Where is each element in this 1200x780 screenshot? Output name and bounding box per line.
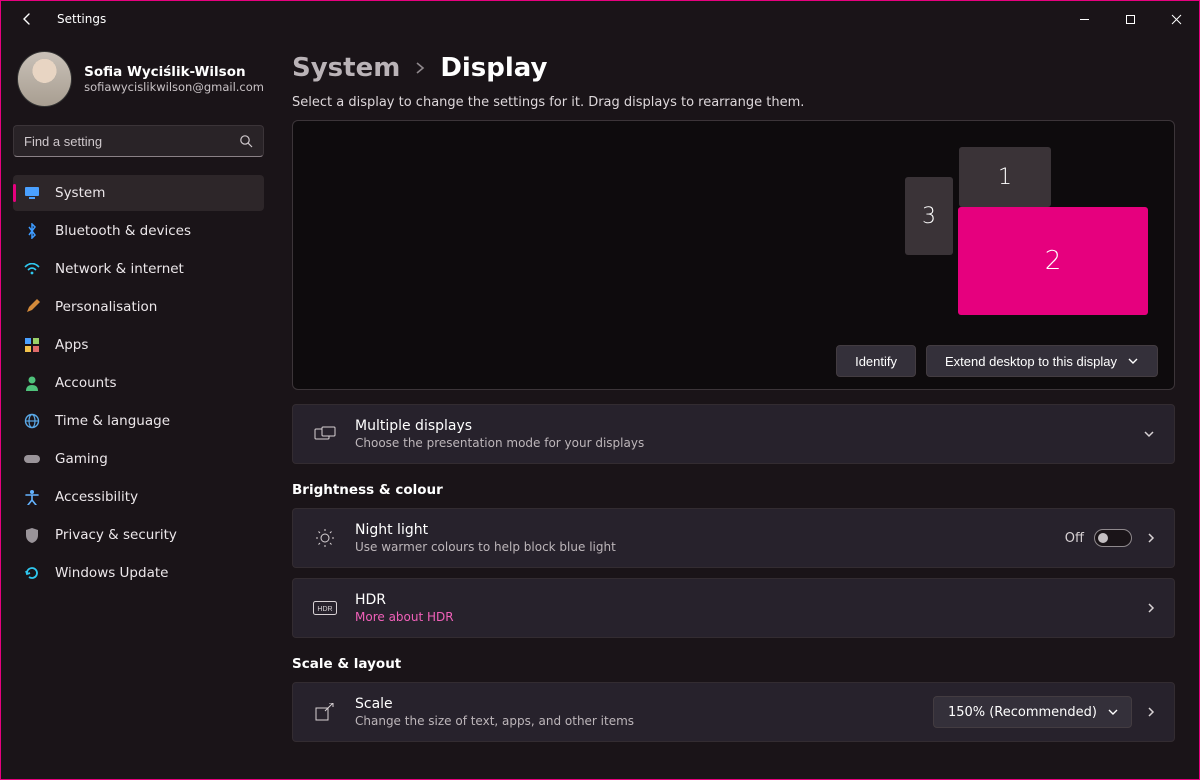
card-hdr[interactable]: HDR HDR More about HDR	[292, 578, 1175, 638]
sidebar-item-label: Privacy & security	[55, 527, 177, 543]
display-arranger: 1 3 2 Identify Extend desktop to this di…	[292, 120, 1175, 390]
avatar	[17, 51, 72, 107]
profile-block[interactable]: Sofia Wyciślik-Wilson sofiawycislikwilso…	[13, 51, 264, 107]
card-subtitle: Change the size of text, apps, and other…	[355, 714, 933, 728]
sidebar-item-label: Bluetooth & devices	[55, 223, 191, 239]
back-button[interactable]	[11, 3, 43, 35]
profile-name: Sofia Wyciślik-Wilson	[84, 64, 264, 80]
chevron-right-icon	[414, 61, 426, 75]
minimize-button[interactable]	[1061, 1, 1107, 37]
chevron-down-icon	[1142, 429, 1156, 439]
sidebar-item-accounts[interactable]: Accounts	[13, 365, 264, 401]
close-icon	[1171, 14, 1182, 25]
card-title: HDR	[355, 592, 1132, 608]
hdr-icon: HDR	[311, 601, 339, 615]
search-input[interactable]	[24, 134, 239, 149]
gamepad-icon	[23, 450, 41, 468]
card-title: Scale	[355, 696, 933, 712]
section-scale-layout: Scale & layout	[292, 656, 1175, 672]
night-light-icon	[311, 528, 339, 548]
sidebar-item-time-language[interactable]: Time & language	[13, 403, 264, 439]
sidebar-item-label: Accessibility	[55, 489, 138, 505]
card-subtitle: Use warmer colours to help block blue li…	[355, 540, 1065, 554]
chevron-down-icon	[1127, 357, 1139, 365]
night-light-toggle[interactable]	[1094, 529, 1132, 547]
sidebar-item-label: Accounts	[55, 375, 117, 391]
sidebar-item-label: Personalisation	[55, 299, 157, 315]
chevron-right-icon	[1146, 531, 1156, 545]
card-night-light[interactable]: Night light Use warmer colours to help b…	[292, 508, 1175, 568]
card-title: Multiple displays	[355, 418, 1128, 434]
page-title: Display	[440, 53, 547, 83]
search-icon	[239, 134, 253, 148]
maximize-button[interactable]	[1107, 1, 1153, 37]
sidebar-item-bluetooth[interactable]: Bluetooth & devices	[13, 213, 264, 249]
card-title: Night light	[355, 522, 1065, 538]
scale-dropdown[interactable]: 150% (Recommended)	[933, 696, 1132, 728]
displays-icon	[311, 426, 339, 442]
monitor-icon	[23, 184, 41, 202]
breadcrumb: System Display	[292, 47, 1175, 83]
maximize-icon	[1125, 14, 1136, 25]
sidebar-item-network[interactable]: Network & internet	[13, 251, 264, 287]
search-box[interactable]	[13, 125, 264, 157]
person-icon	[23, 374, 41, 392]
close-button[interactable]	[1153, 1, 1199, 37]
svg-text:HDR: HDR	[317, 606, 332, 613]
bluetooth-icon	[23, 222, 41, 240]
brush-icon	[23, 298, 41, 316]
page-intro: Select a display to change the settings …	[292, 95, 1175, 110]
card-multiple-displays[interactable]: Multiple displays Choose the presentatio…	[292, 404, 1175, 464]
extend-dropdown-label: Extend desktop to this display	[945, 354, 1117, 369]
sidebar-item-label: Apps	[55, 337, 88, 353]
sidebar-item-windows-update[interactable]: Windows Update	[13, 555, 264, 591]
scale-dropdown-label: 150% (Recommended)	[948, 705, 1097, 720]
profile-email: sofiawycislikwilson@gmail.com	[84, 80, 264, 94]
monitor-tile-1[interactable]: 1	[959, 147, 1051, 207]
night-light-state: Off	[1065, 531, 1084, 546]
hdr-more-link[interactable]: More about HDR	[355, 610, 1132, 624]
scale-icon	[311, 703, 339, 721]
accessibility-icon	[23, 488, 41, 506]
sidebar-item-label: System	[55, 185, 105, 201]
wifi-icon	[23, 260, 41, 278]
section-brightness-colour: Brightness & colour	[292, 482, 1175, 498]
sidebar-item-label: Windows Update	[55, 565, 168, 581]
chevron-down-icon	[1107, 708, 1119, 716]
chevron-right-icon	[1146, 705, 1156, 719]
monitor-tile-3[interactable]: 3	[905, 177, 953, 255]
sidebar-item-accessibility[interactable]: Accessibility	[13, 479, 264, 515]
card-scale[interactable]: Scale Change the size of text, apps, and…	[292, 682, 1175, 742]
shield-icon	[23, 526, 41, 544]
sidebar-item-apps[interactable]: Apps	[13, 327, 264, 363]
extend-dropdown[interactable]: Extend desktop to this display	[926, 345, 1158, 377]
apps-icon	[23, 336, 41, 354]
minimize-icon	[1079, 14, 1090, 25]
sidebar-item-label: Network & internet	[55, 261, 184, 277]
update-icon	[23, 564, 41, 582]
identify-button[interactable]: Identify	[836, 345, 916, 377]
app-title: Settings	[57, 12, 106, 26]
globe-icon	[23, 412, 41, 430]
sidebar-item-system[interactable]: System	[13, 175, 264, 211]
arrow-left-icon	[19, 11, 35, 27]
card-subtitle: Choose the presentation mode for your di…	[355, 436, 1128, 450]
breadcrumb-parent[interactable]: System	[292, 53, 400, 83]
sidebar-item-gaming[interactable]: Gaming	[13, 441, 264, 477]
sidebar-item-personalisation[interactable]: Personalisation	[13, 289, 264, 325]
monitor-tile-2[interactable]: 2	[958, 207, 1148, 315]
sidebar-item-privacy[interactable]: Privacy & security	[13, 517, 264, 553]
sidebar-item-label: Time & language	[55, 413, 170, 429]
sidebar-item-label: Gaming	[55, 451, 108, 467]
chevron-right-icon	[1146, 601, 1156, 615]
